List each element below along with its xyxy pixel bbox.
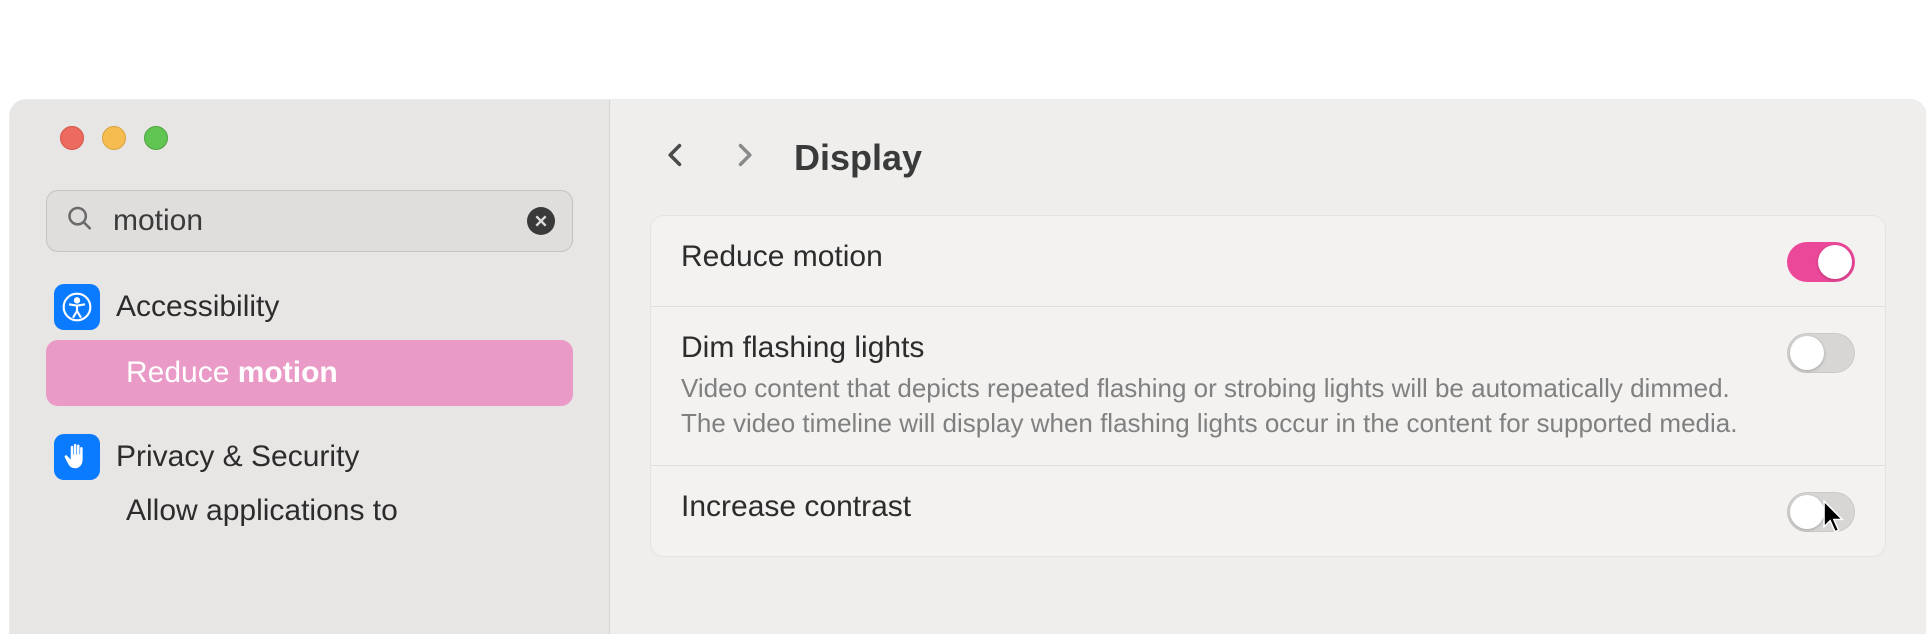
result-item-match: motion [238, 356, 338, 389]
setting-text: Reduce motion [681, 240, 1747, 280]
search-results: Accessibility Reduce motion Privacy & Se… [10, 280, 609, 552]
search-field-wrap [46, 190, 573, 252]
setting-increase-contrast: Increase contrast [651, 466, 1885, 556]
main-panel: Display Reduce motion Dim flashing light… [610, 100, 1926, 634]
result-group-privacy: Privacy & Security Allow applications to [46, 430, 573, 528]
zoom-window-button[interactable] [144, 126, 168, 150]
setting-dim-flashing-lights: Dim flashing lights Video content that d… [651, 307, 1885, 466]
search-icon [66, 205, 94, 238]
back-button[interactable] [658, 134, 694, 181]
settings-card: Reduce motion Dim flashing lights Video … [650, 215, 1886, 557]
window-controls [10, 126, 609, 150]
result-item-prefix: Reduce [126, 356, 238, 389]
increase-contrast-toggle[interactable] [1787, 492, 1855, 532]
setting-title: Dim flashing lights [681, 331, 1747, 365]
content: Reduce motion Dim flashing lights Video … [610, 215, 1926, 557]
reduce-motion-toggle[interactable] [1787, 242, 1855, 282]
settings-window: Accessibility Reduce motion Privacy & Se… [10, 100, 1926, 634]
sidebar: Accessibility Reduce motion Privacy & Se… [10, 100, 610, 634]
setting-description: Video content that depicts repeated flas… [681, 371, 1741, 441]
setting-title: Increase contrast [681, 490, 1747, 524]
minimize-window-button[interactable] [102, 126, 126, 150]
toggle-knob [1790, 495, 1824, 529]
dim-flashing-lights-toggle[interactable] [1787, 333, 1855, 373]
result-item-reduce-motion[interactable]: Reduce motion [46, 340, 573, 406]
hand-icon [54, 434, 100, 480]
close-window-button[interactable] [60, 126, 84, 150]
toggle-knob [1790, 336, 1824, 370]
setting-reduce-motion: Reduce motion [651, 216, 1885, 307]
accessibility-icon [54, 284, 100, 330]
clear-search-button[interactable] [527, 207, 555, 235]
setting-text: Increase contrast [681, 490, 1747, 530]
toggle-knob [1818, 245, 1852, 279]
result-header-accessibility[interactable]: Accessibility [46, 280, 573, 340]
page-title: Display [794, 137, 922, 179]
forward-button[interactable] [726, 134, 762, 181]
setting-title: Reduce motion [681, 240, 1747, 274]
result-header-label: Accessibility [116, 290, 279, 324]
result-group-accessibility: Accessibility Reduce motion [46, 280, 573, 406]
result-header-label: Privacy & Security [116, 440, 359, 474]
setting-text: Dim flashing lights Video content that d… [681, 331, 1747, 441]
titlebar: Display [610, 100, 1926, 215]
search-input[interactable] [46, 190, 573, 252]
result-header-privacy[interactable]: Privacy & Security [46, 430, 573, 490]
result-item-truncated[interactable]: Allow applications to [46, 490, 573, 528]
